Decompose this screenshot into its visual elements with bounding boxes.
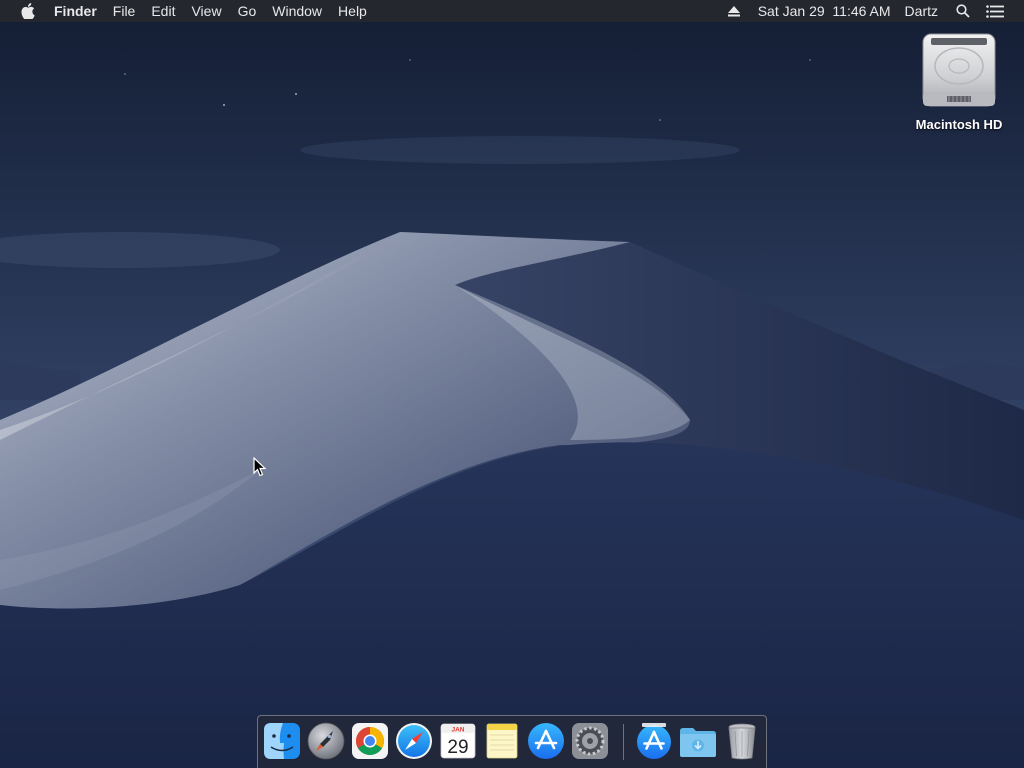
chrome-icon [352,723,388,759]
menu-edit[interactable]: Edit [143,0,183,22]
desktop-drive-label: Macintosh HD [915,117,1003,132]
app-store-folder-icon [637,723,671,759]
menu-help[interactable]: Help [330,0,375,22]
dock-item-app-store[interactable] [526,721,566,761]
launchpad-icon [307,722,345,760]
apple-logo-icon[interactable] [18,0,38,22]
calendar-month: JAN [451,727,464,734]
wallpaper [0,0,1024,768]
system-preferences-icon [572,723,608,759]
desktop-drive-macintosh-hd[interactable]: Macintosh HD [904,30,1014,132]
menu-view[interactable]: View [183,0,229,22]
safari-icon [396,723,432,759]
dock-item-notes[interactable] [482,721,522,761]
dock-item-trash[interactable] [722,721,762,761]
dock-item-launchpad[interactable] [306,721,346,761]
trash-icon [728,723,756,760]
dock-item-finder[interactable] [262,721,302,761]
dock-item-safari[interactable] [394,721,434,761]
dock-item-system-preferences[interactable] [570,721,610,761]
eject-icon[interactable] [722,5,746,17]
dock: JAN 29 [257,715,767,768]
hard-drive-icon [922,33,996,107]
desktop[interactable]: Finder File Edit View Go Window Help Sat… [0,0,1024,768]
menu-go[interactable]: Go [230,0,265,22]
menu-user[interactable]: Dartz [899,0,944,22]
mouse-cursor-icon [253,457,267,477]
calendar-day: 29 [447,737,468,758]
dock-item-downloads[interactable] [678,721,718,761]
downloads-folder-icon [680,728,716,757]
app-store-icon [528,723,564,759]
dock-item-calendar[interactable]: JAN 29 [438,721,478,761]
calendar-icon: JAN 29 [440,723,476,759]
menu-file[interactable]: File [105,0,144,22]
dock-item-chrome[interactable] [350,721,390,761]
finder-icon [264,723,300,759]
dock-item-applications[interactable] [634,721,674,761]
dock-separator [623,724,624,760]
spotlight-search-icon[interactable] [950,4,976,18]
menu-window[interactable]: Window [264,0,330,22]
menu-bar: Finder File Edit View Go Window Help Sat… [0,0,1024,22]
menu-app-finder[interactable]: Finder [48,0,105,22]
notes-icon [486,723,518,759]
notification-center-icon[interactable] [980,4,1010,18]
menu-clock[interactable]: Sat Jan 29 11:46 AM [752,0,897,22]
